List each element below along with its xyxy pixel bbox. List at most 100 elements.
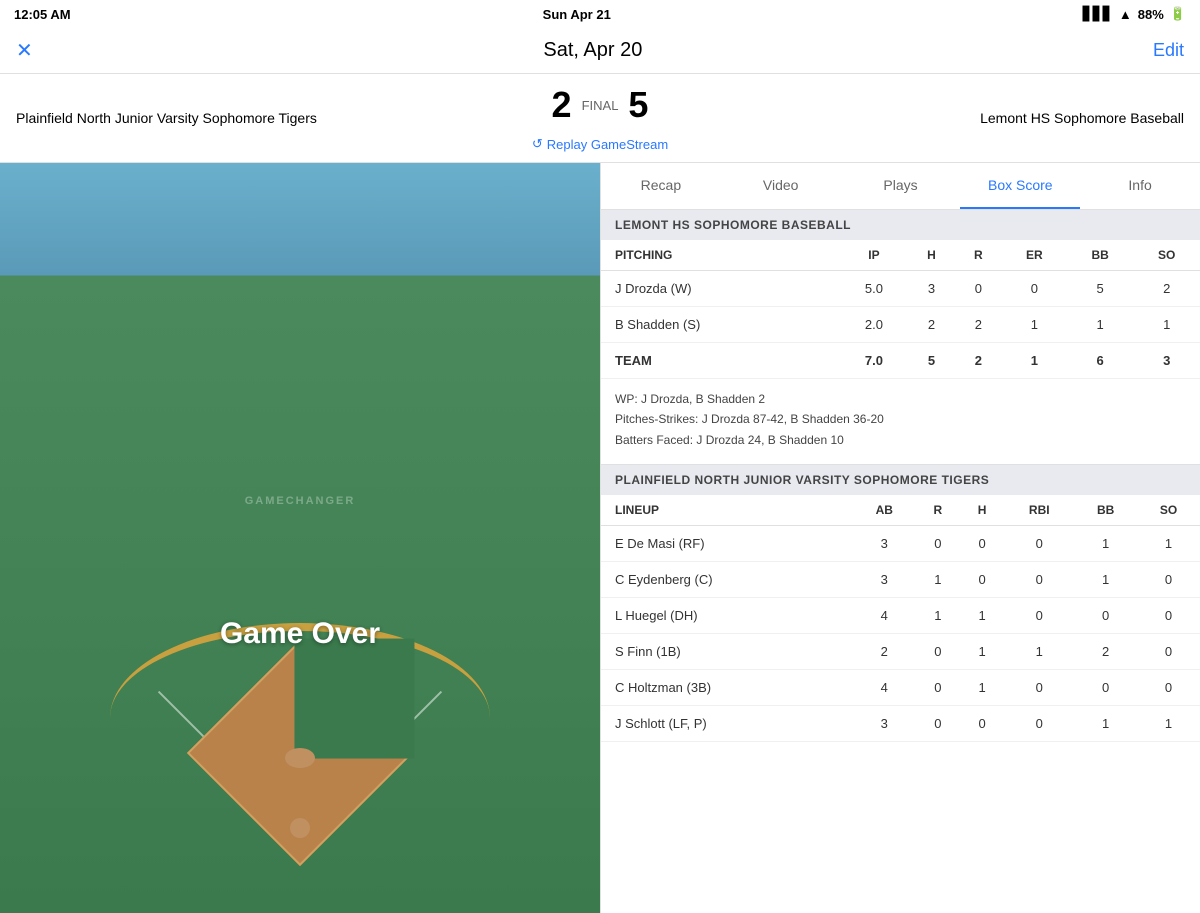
infield-grass [294, 639, 414, 759]
stat-so: 0 [1137, 598, 1200, 634]
stat-so: 0 [1137, 634, 1200, 670]
tab-boxscore[interactable]: Box Score [960, 163, 1080, 209]
stat-bb: 2 [1074, 634, 1137, 670]
lineup-header-row: LINEUP AB R H RBI BB SO [601, 495, 1200, 526]
stat-r: 0 [916, 670, 960, 706]
replay-label: Replay GameStream [547, 137, 668, 152]
stat-r: 0 [955, 271, 1002, 307]
tab-video[interactable]: Video [721, 163, 841, 209]
col-er: ER [1002, 240, 1067, 271]
col-bb2: BB [1074, 495, 1137, 526]
header: ✕ Sat, Apr 20 Edit [0, 28, 1200, 74]
stat-ip: 7.0 [840, 343, 908, 379]
stat-so: 1 [1137, 526, 1200, 562]
table-row: TEAM 7.0 5 2 1 6 3 [601, 343, 1200, 379]
stat-bb: 1 [1074, 706, 1137, 742]
stat-r: 0 [916, 706, 960, 742]
player-name: E De Masi (RF) [601, 526, 853, 562]
stat-rbi: 0 [1004, 598, 1074, 634]
score-right: 5 [628, 84, 648, 126]
table-row: L Huegel (DH) 4 1 1 0 0 0 [601, 598, 1200, 634]
stat-rbi: 1 [1004, 634, 1074, 670]
pitcher-mound [285, 748, 315, 768]
stat-rbi: 0 [1004, 562, 1074, 598]
player-name: S Finn (1B) [601, 634, 853, 670]
stat-r: 1 [916, 598, 960, 634]
table-row: J Schlott (LF, P) 3 0 0 0 1 1 [601, 706, 1200, 742]
col-bb: BB [1067, 240, 1134, 271]
pitches-note: Pitches-Strikes: J Drozda 87-42, B Shadd… [615, 409, 1186, 429]
stat-h: 1 [960, 634, 1004, 670]
score-row: Plainfield North Junior Varsity Sophomor… [0, 74, 1200, 163]
stat-h: 0 [960, 562, 1004, 598]
stat-er: 1 [1002, 343, 1067, 379]
stat-r: 2 [955, 343, 1002, 379]
pitching-header-row: PITCHING IP H R ER BB SO [601, 240, 1200, 271]
stat-bb: 0 [1074, 598, 1137, 634]
col-ip: IP [840, 240, 908, 271]
stat-so: 1 [1133, 307, 1200, 343]
tab-info[interactable]: Info [1080, 163, 1200, 209]
stat-ab: 3 [853, 526, 916, 562]
player-name: L Huegel (DH) [601, 598, 853, 634]
edit-button[interactable]: Edit [1153, 40, 1184, 61]
stat-er: 0 [1002, 271, 1067, 307]
tab-recap[interactable]: Recap [601, 163, 721, 209]
col-so2: SO [1137, 495, 1200, 526]
wifi-icon: ▲ [1119, 7, 1132, 22]
status-time: 12:05 AM [14, 7, 71, 22]
score-center: 2 FINAL 5 ↺ Replay GameStream [532, 84, 668, 152]
battery-icon: 🔋 [1170, 6, 1186, 22]
home-plate [290, 818, 310, 838]
team-left-name: Plainfield North Junior Varsity Sophomor… [16, 110, 532, 126]
stat-so: 2 [1133, 271, 1200, 307]
stat-h: 2 [908, 307, 955, 343]
lemont-section-header: LEMONT HS SOPHOMORE BASEBALL [601, 210, 1200, 240]
player-name: C Holtzman (3B) [601, 670, 853, 706]
stat-ip: 5.0 [840, 271, 908, 307]
status-icons: ▋▋▋ ▲ 88% 🔋 [1083, 6, 1186, 22]
tab-plays[interactable]: Plays [841, 163, 961, 209]
game-over-text: Game Over [220, 617, 380, 651]
box-score-content: LEMONT HS SOPHOMORE BASEBALL PITCHING IP… [601, 210, 1200, 742]
stat-so: 1 [1137, 706, 1200, 742]
table-row: S Finn (1B) 2 0 1 1 2 0 [601, 634, 1200, 670]
stat-h: 0 [960, 526, 1004, 562]
stat-bb: 1 [1067, 307, 1134, 343]
player-name: TEAM [601, 343, 840, 379]
status-day: Sun Apr 21 [543, 7, 611, 22]
col-lineup: LINEUP [601, 495, 853, 526]
stat-r: 0 [916, 634, 960, 670]
watermark: GAMECHANGER [245, 495, 356, 507]
player-name: J Drozda (W) [601, 271, 840, 307]
player-name: J Schlott (LF, P) [601, 706, 853, 742]
stat-bb: 6 [1067, 343, 1134, 379]
stat-rbi: 0 [1004, 526, 1074, 562]
table-row: C Holtzman (3B) 4 0 1 0 0 0 [601, 670, 1200, 706]
battery-text: 88% [1138, 7, 1164, 22]
col-r2: R [916, 495, 960, 526]
stat-ab: 3 [853, 706, 916, 742]
plainfield-section-header: PLAINFIELD NORTH JUNIOR VARSITY SOPHOMOR… [601, 465, 1200, 495]
score-status: FINAL [582, 98, 619, 113]
replay-link[interactable]: ↺ Replay GameStream [532, 136, 668, 152]
table-row: E De Masi (RF) 3 0 0 0 1 1 [601, 526, 1200, 562]
close-button[interactable]: ✕ [16, 38, 33, 63]
batters-note: Batters Faced: J Drozda 24, B Shadden 10 [615, 430, 1186, 450]
stat-so: 0 [1137, 562, 1200, 598]
stat-r: 0 [916, 526, 960, 562]
stat-ab: 2 [853, 634, 916, 670]
team-right-name: Lemont HS Sophomore Baseball [668, 110, 1184, 126]
stat-ab: 4 [853, 598, 916, 634]
stat-bb: 1 [1074, 526, 1137, 562]
stat-bb: 0 [1074, 670, 1137, 706]
signal-icon: ▋▋▋ [1083, 6, 1113, 22]
replay-icon: ↺ [532, 136, 543, 152]
lineup-table: LINEUP AB R H RBI BB SO E De Masi (RF) 3… [601, 495, 1200, 742]
wp-note: WP: J Drozda, B Shadden 2 [615, 389, 1186, 409]
stat-ab: 3 [853, 562, 916, 598]
pitching-table: PITCHING IP H R ER BB SO J Drozda (W) 5.… [601, 240, 1200, 379]
stat-h: 1 [960, 670, 1004, 706]
stat-r: 2 [955, 307, 1002, 343]
stat-bb: 1 [1074, 562, 1137, 598]
